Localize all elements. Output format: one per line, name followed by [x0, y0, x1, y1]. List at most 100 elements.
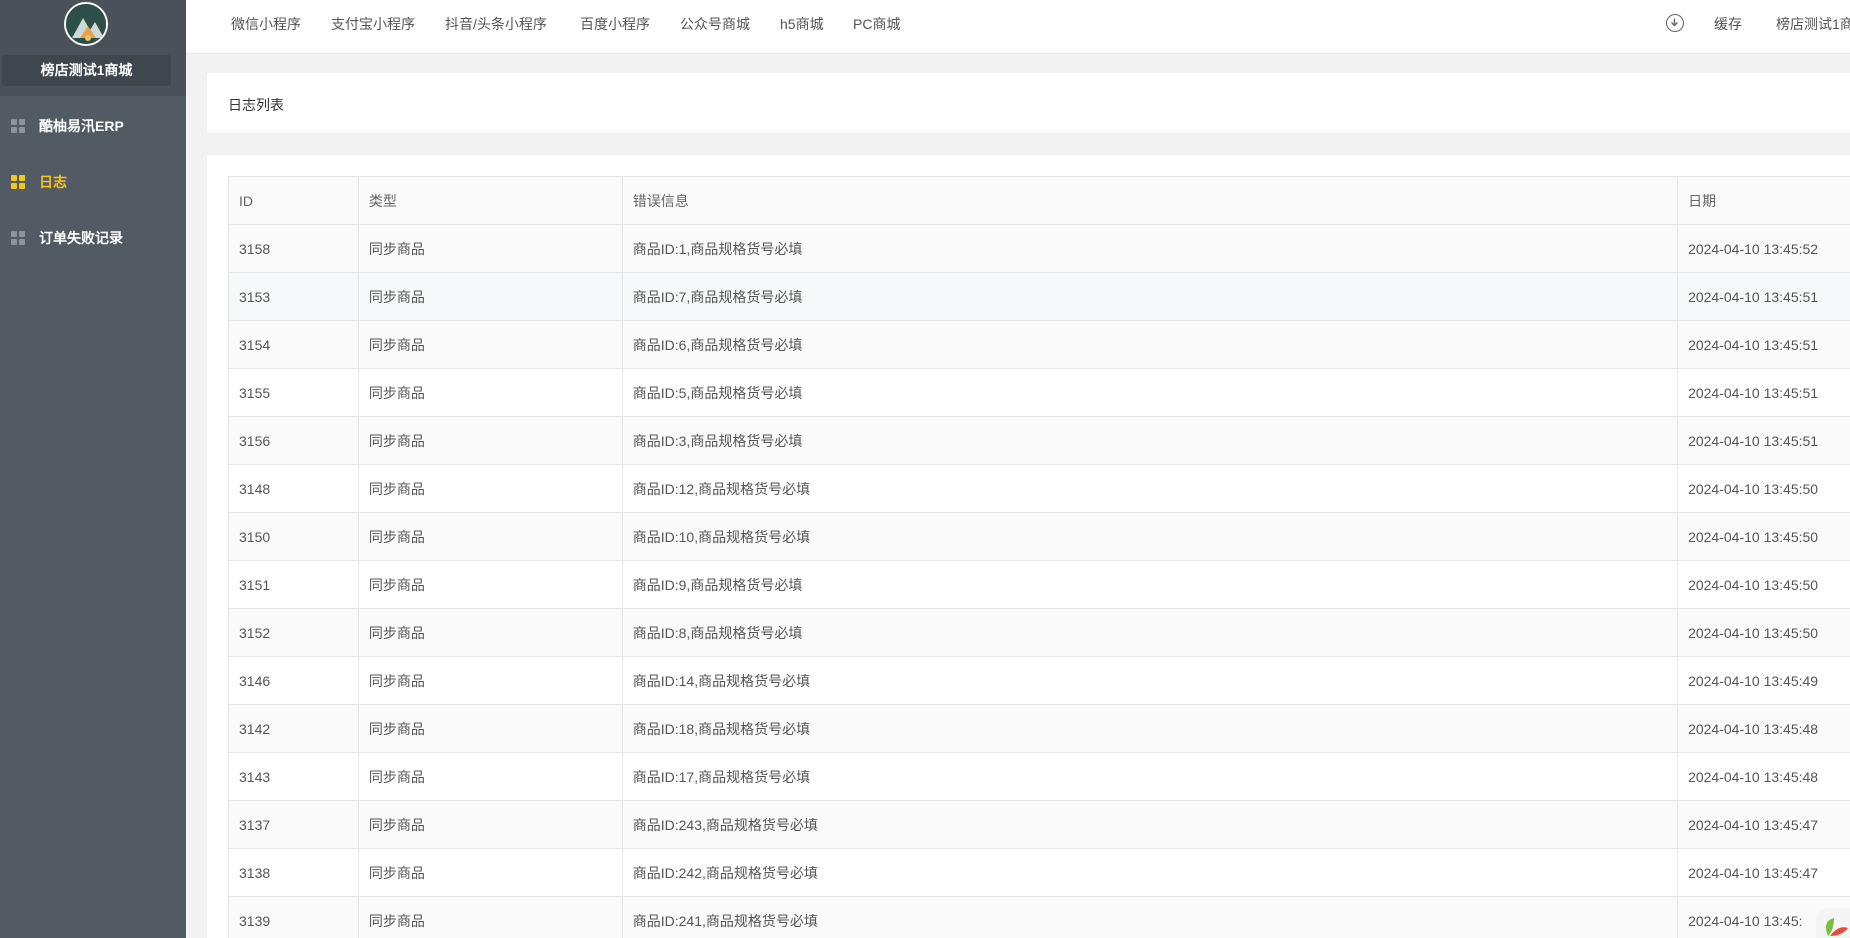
grid-icon — [11, 119, 25, 133]
cell-type: 同步商品 — [357, 704, 623, 753]
leaf-logo-icon — [1816, 908, 1850, 938]
cell-error-message: 商品ID:3,商品规格货号必填 — [621, 416, 1679, 465]
cell-type: 同步商品 — [357, 800, 623, 849]
table-row[interactable]: 3148 同步商品 商品ID:12,商品规格货号必填 2024-04-10 13:45… — [228, 464, 1850, 513]
log-table: ID 类型 错误信息 日期 3158 同步商品 商品ID:1,商品规格货号必填 202… — [228, 176, 1850, 938]
column-header-id: ID — [228, 176, 359, 225]
tab-baidu-miniprogram[interactable]: 百度小程序 — [580, 14, 650, 34]
page-title: 日志列表 — [228, 97, 284, 113]
cell-id: 3142 — [228, 704, 359, 753]
cell-type: 同步商品 — [357, 464, 623, 513]
column-header-type: 类型 — [357, 176, 623, 225]
cell-date: 2024-04-10 13:45:51 — [1677, 368, 1850, 417]
cell-date: 2024-04-10 13:45:51 — [1677, 320, 1850, 369]
sidebar-item-log[interactable]: 日志 — [0, 162, 186, 202]
cell-type: 同步商品 — [357, 320, 623, 369]
cell-error-message: 商品ID:6,商品规格货号必填 — [621, 320, 1679, 369]
table-row[interactable]: 3154 同步商品 商品ID:6,商品规格货号必填 2024-04-10 13:45:… — [228, 320, 1850, 369]
cell-error-message: 商品ID:10,商品规格货号必填 — [621, 512, 1679, 561]
sidebar-item-label: 订单失败记录 — [39, 230, 123, 246]
cell-error-message: 商品ID:7,商品规格货号必填 — [621, 272, 1679, 321]
table-row[interactable]: 3137 同步商品 商品ID:243,商品规格货号必填 2024-04-10 13:4… — [228, 800, 1850, 849]
cell-date: 2024-04-10 13:45:50 — [1677, 464, 1850, 513]
cell-id: 3153 — [228, 272, 359, 321]
cell-error-message: 商品ID:17,商品规格货号必填 — [621, 752, 1679, 801]
cell-error-message: 商品ID:1,商品规格货号必填 — [621, 224, 1679, 273]
cell-date: 2024-04-10 13:45:48 — [1677, 704, 1850, 753]
top-nav: 微信小程序 支付宝小程序 抖音/头条小程序 百度小程序 公众号商城 h5商城 P… — [186, 0, 1850, 54]
table-row[interactable]: 3150 同步商品 商品ID:10,商品规格货号必填 2024-04-10 13:45… — [228, 512, 1850, 561]
cell-error-message: 商品ID:241,商品规格货号必填 — [621, 896, 1679, 938]
store-logo[interactable] — [64, 2, 108, 46]
cell-id: 3154 — [228, 320, 359, 369]
table-header-row: ID 类型 错误信息 日期 — [228, 176, 1850, 225]
grid-icon — [11, 175, 25, 189]
tab-alipay-miniprogram[interactable]: 支付宝小程序 — [331, 14, 415, 34]
cell-type: 同步商品 — [357, 656, 623, 705]
cell-id: 3138 — [228, 848, 359, 897]
cell-type: 同步商品 — [357, 368, 623, 417]
cell-date: 2024-04-10 13:45:47 — [1677, 848, 1850, 897]
sidebar-item-label: 酷柚易汛ERP — [39, 118, 124, 134]
store-switch-menu[interactable]: 榜店测试1商 — [1776, 14, 1850, 34]
cell-error-message: 商品ID:243,商品规格货号必填 — [621, 800, 1679, 849]
table-row[interactable]: 3142 同步商品 商品ID:18,商品规格货号必填 2024-04-10 13:45… — [228, 704, 1850, 753]
cell-date: 2024-04-10 13:45:49 — [1677, 656, 1850, 705]
cell-date: 2024-04-10 13:45:50 — [1677, 560, 1850, 609]
table-row[interactable]: 3152 同步商品 商品ID:8,商品规格货号必填 2024-04-10 13:45:… — [228, 608, 1850, 657]
tab-douyin-miniprogram[interactable]: 抖音/头条小程序 — [445, 14, 547, 34]
cell-type: 同步商品 — [357, 224, 623, 273]
table-row[interactable]: 3158 同步商品 商品ID:1,商品规格货号必填 2024-04-10 13:45:… — [228, 224, 1850, 273]
tab-pc-mall[interactable]: PC商城 — [853, 14, 900, 34]
cell-date: 2024-04-10 13:45:51 — [1677, 416, 1850, 465]
cache-button[interactable]: 缓存 — [1714, 14, 1742, 34]
cell-date: 2024-04-10 13:45:48 — [1677, 752, 1850, 801]
cell-id: 3155 — [228, 368, 359, 417]
cell-id: 3156 — [228, 416, 359, 465]
cell-error-message: 商品ID:8,商品规格货号必填 — [621, 608, 1679, 657]
log-table-card: ID 类型 错误信息 日期 3158 同步商品 商品ID:1,商品规格货号必填 202… — [207, 155, 1850, 938]
cell-error-message: 商品ID:14,商品规格货号必填 — [621, 656, 1679, 705]
table-row[interactable]: 3146 同步商品 商品ID:14,商品规格货号必填 2024-04-10 13:45… — [228, 656, 1850, 705]
cell-id: 3139 — [228, 896, 359, 938]
cell-date: 2024-04-10 13:45:52 — [1677, 224, 1850, 273]
cell-error-message: 商品ID:5,商品规格货号必填 — [621, 368, 1679, 417]
cell-error-message: 商品ID:242,商品规格货号必填 — [621, 848, 1679, 897]
table-row[interactable]: 3156 同步商品 商品ID:3,商品规格货号必填 2024-04-10 13:45:… — [228, 416, 1850, 465]
cell-type: 同步商品 — [357, 512, 623, 561]
cell-id: 3152 — [228, 608, 359, 657]
cell-type: 同步商品 — [357, 272, 623, 321]
download-icon[interactable] — [1666, 14, 1684, 32]
mountain-logo-icon — [66, 4, 106, 44]
cell-type: 同步商品 — [357, 560, 623, 609]
cell-date: 2024-04-10 13:45:50 — [1677, 512, 1850, 561]
app-root: 榜店测试1商城 酷柚易汛ERP 日志 订单失败记录 微信小程序 支付宝小程序 抖… — [0, 0, 1850, 938]
table-row[interactable]: 3155 同步商品 商品ID:5,商品规格货号必填 2024-04-10 13:45:… — [228, 368, 1850, 417]
cell-error-message: 商品ID:9,商品规格货号必填 — [621, 560, 1679, 609]
tab-h5-mall[interactable]: h5商城 — [780, 14, 824, 34]
sidebar: 榜店测试1商城 酷柚易汛ERP 日志 订单失败记录 — [0, 0, 186, 938]
table-row[interactable]: 3153 同步商品 商品ID:7,商品规格货号必填 2024-04-10 13:45:… — [228, 272, 1850, 321]
cell-date: 2024-04-10 13:45:51 — [1677, 272, 1850, 321]
sidebar-item-erp[interactable]: 酷柚易汛ERP — [0, 106, 186, 146]
cell-id: 3146 — [228, 656, 359, 705]
log-table-body: 3158 同步商品 商品ID:1,商品规格货号必填 2024-04-10 13:45:… — [228, 224, 1850, 938]
table-row[interactable]: 3138 同步商品 商品ID:242,商品规格货号必填 2024-04-10 13:4… — [228, 848, 1850, 897]
cell-type: 同步商品 — [357, 896, 623, 938]
table-row[interactable]: 3143 同步商品 商品ID:17,商品规格货号必填 2024-04-10 13:45… — [228, 752, 1850, 801]
cell-date: 2024-04-10 13:45:47 — [1677, 800, 1850, 849]
column-header-error-message: 错误信息 — [621, 176, 1679, 225]
table-row[interactable]: 3151 同步商品 商品ID:9,商品规格货号必填 2024-04-10 13:45:… — [228, 560, 1850, 609]
cell-type: 同步商品 — [357, 752, 623, 801]
table-row[interactable]: 3139 同步商品 商品ID:241,商品规格货号必填 2024-04-10 13:4… — [228, 896, 1850, 938]
cell-type: 同步商品 — [357, 608, 623, 657]
sidebar-item-label: 日志 — [39, 174, 67, 190]
store-name[interactable]: 榜店测试1商城 — [2, 55, 171, 86]
sidebar-item-failed-orders[interactable]: 订单失败记录 — [0, 218, 186, 258]
cell-type: 同步商品 — [357, 848, 623, 897]
tab-wechat-miniprogram[interactable]: 微信小程序 — [231, 14, 301, 34]
grid-icon — [11, 231, 25, 245]
column-header-date: 日期 — [1677, 176, 1850, 225]
tab-official-account-mall[interactable]: 公众号商城 — [680, 14, 750, 34]
cell-error-message: 商品ID:12,商品规格货号必填 — [621, 464, 1679, 513]
